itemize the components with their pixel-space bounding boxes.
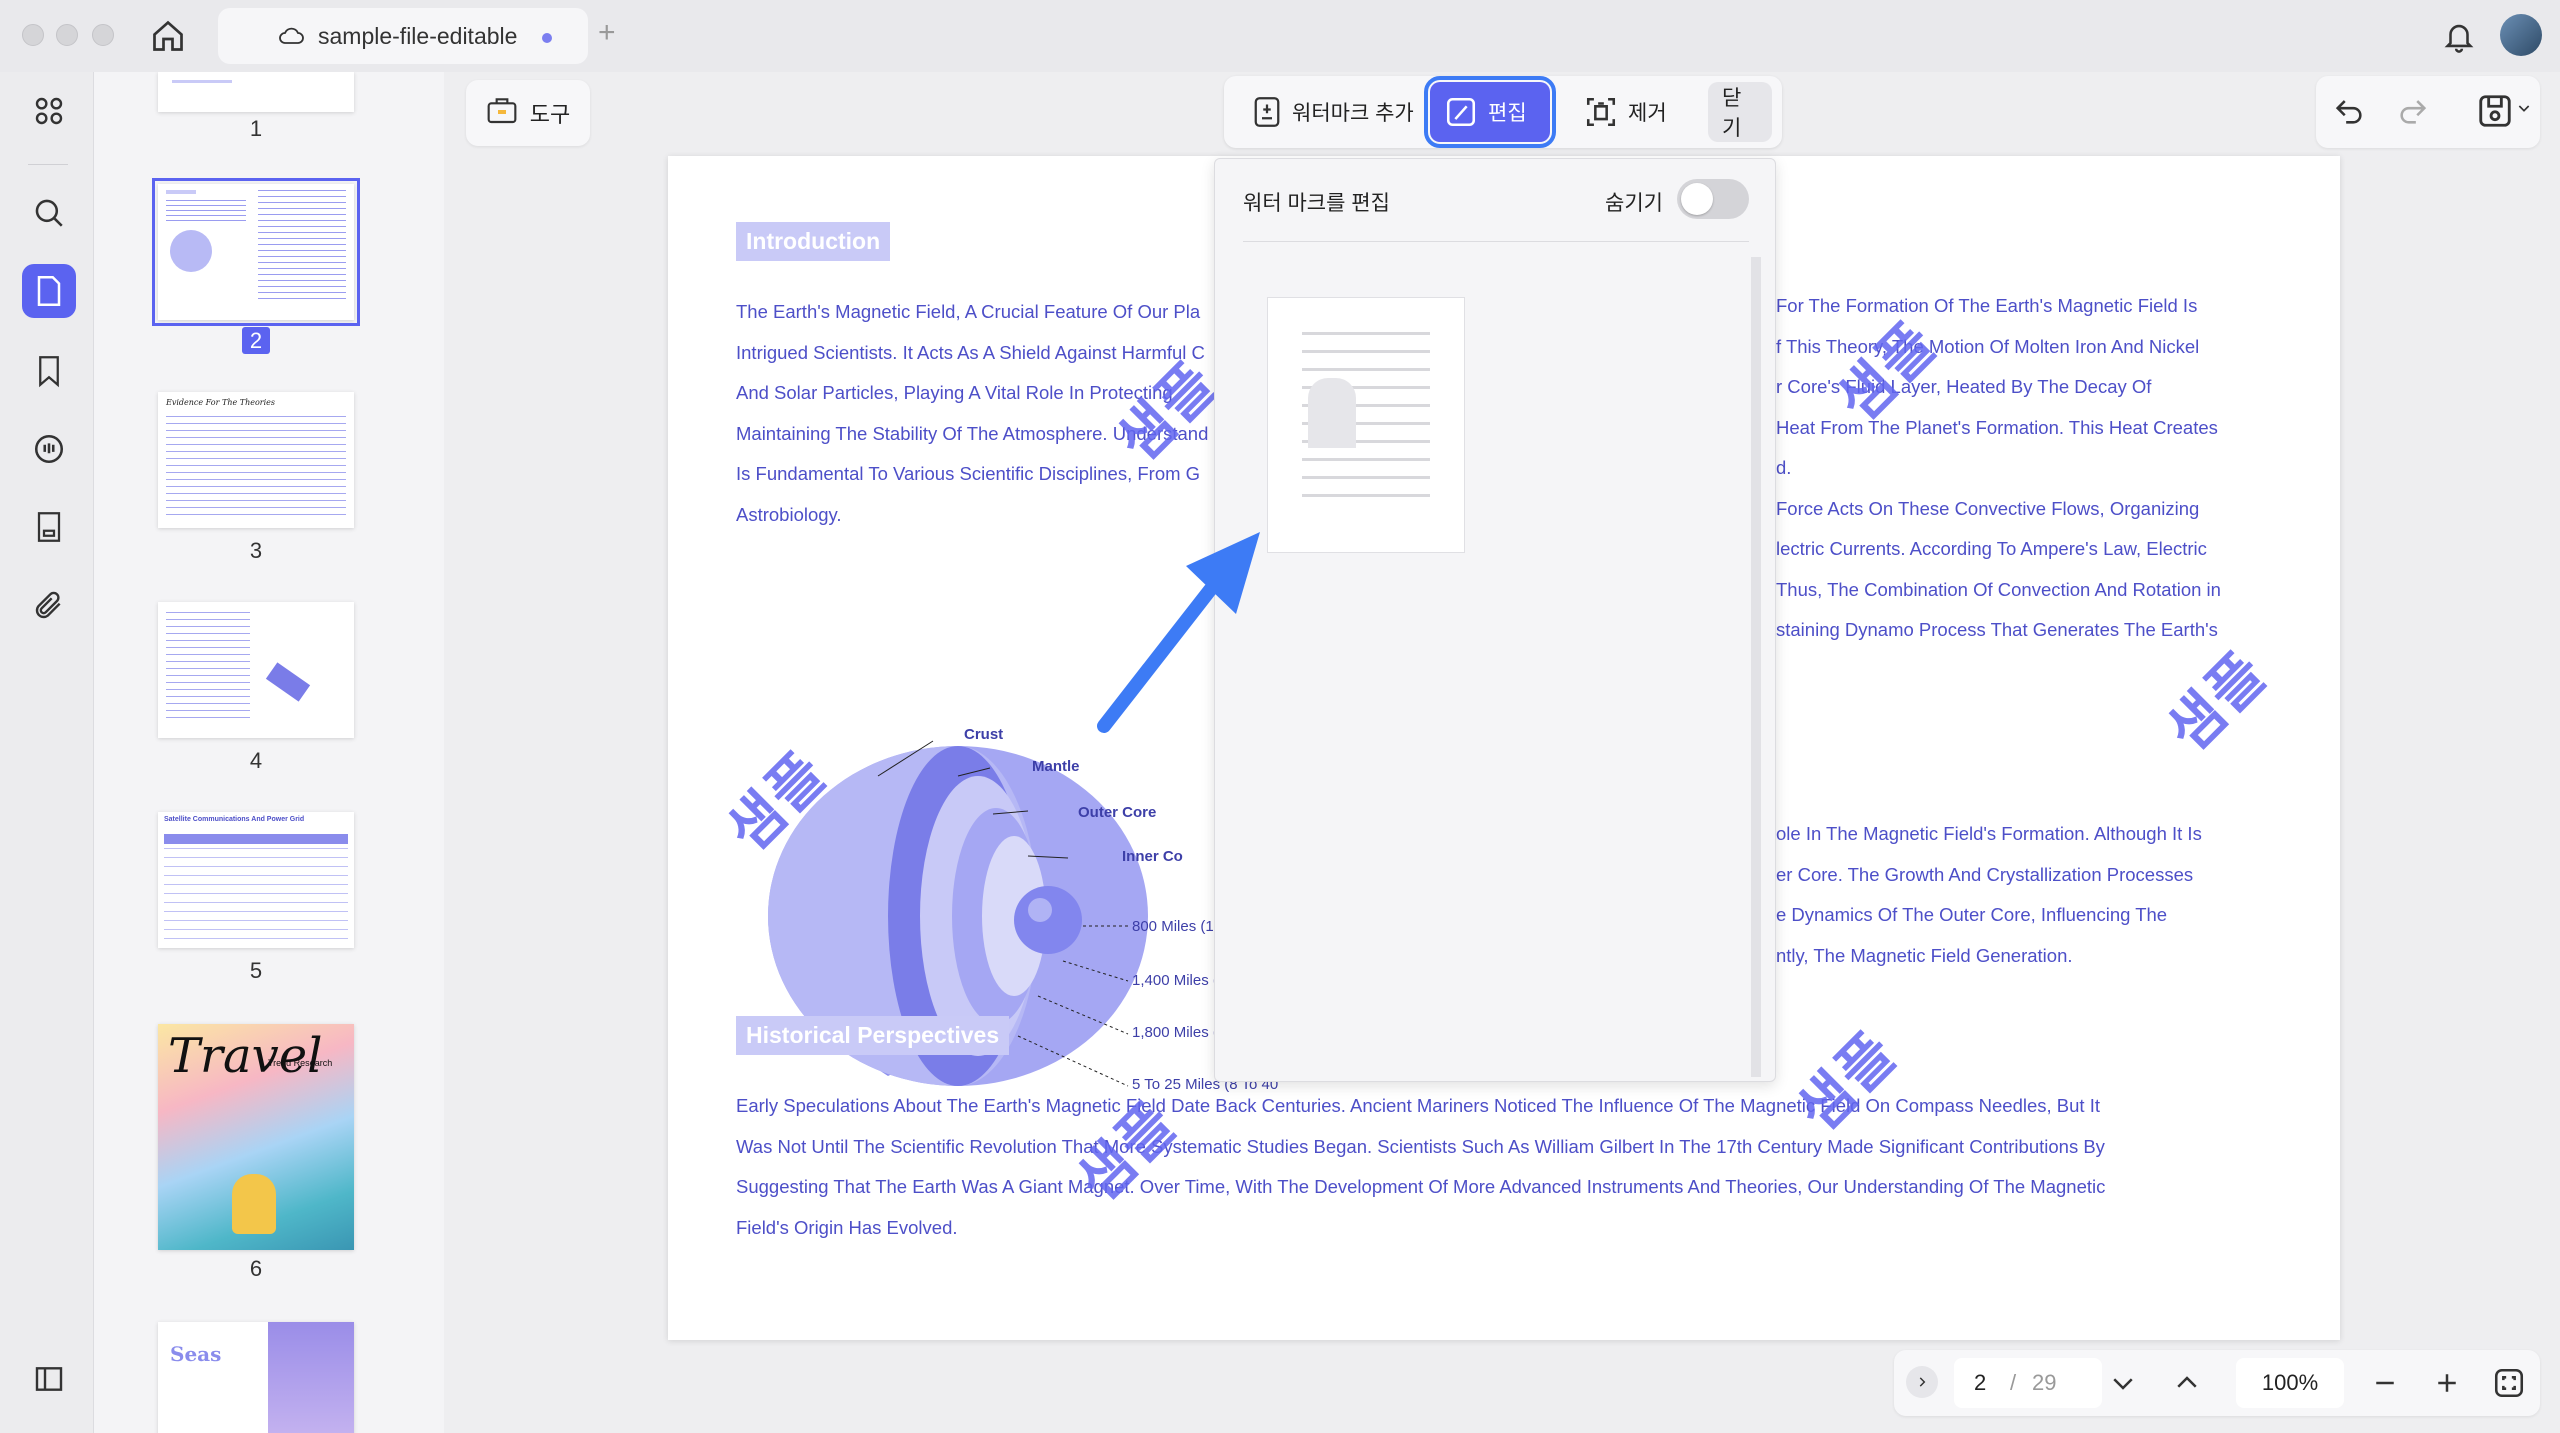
panel-title: 워터 마크를 편집	[1243, 192, 1390, 215]
edit-watermark-button[interactable]: 편집	[1424, 76, 1556, 148]
zoom-out-icon[interactable]	[2370, 1368, 2400, 1404]
cloud-icon	[278, 24, 304, 52]
hide-toggle[interactable]	[1677, 179, 1749, 219]
remove-watermark-button[interactable]: 제거	[1570, 82, 1681, 142]
historical-paragraph: Early Speculations About The Earth's Mag…	[736, 1095, 2106, 1238]
page-navigation-bar: 2 / 29 100%	[1894, 1350, 2540, 1416]
bell-icon[interactable]	[2442, 18, 2476, 59]
tools-label: 도구	[529, 102, 571, 127]
title-bar: sample-file-editable +	[0, 0, 2560, 72]
sidebar-toggle-icon[interactable]	[22, 1352, 76, 1406]
expand-nav-button[interactable]	[1906, 1366, 1938, 1398]
redo-icon[interactable]	[2396, 94, 2430, 133]
window-close-button[interactable]	[22, 24, 44, 46]
unsaved-dot	[542, 33, 552, 43]
thumbnail-label: 5	[249, 958, 263, 983]
chevron-right-icon	[1919, 1377, 1926, 1387]
thumbnail-page-7[interactable]: Seas	[158, 1322, 354, 1433]
save-icon[interactable]	[2476, 92, 2514, 135]
remove-watermark-icon	[1586, 97, 1616, 127]
undo-icon[interactable]	[2332, 94, 2366, 133]
current-page: 2	[1974, 1370, 1987, 1395]
section-heading-introduction: Introduction	[736, 222, 891, 261]
label-crust: Crust	[964, 726, 1004, 743]
watermark-preview-card[interactable]	[1267, 297, 1465, 553]
label-outer-core: Outer Core	[1078, 804, 1157, 821]
close-label: 닫기	[1722, 87, 1742, 140]
fit-screen-icon[interactable]	[2492, 1366, 2526, 1406]
window-minimize-button[interactable]	[56, 24, 78, 46]
thumbnail-panel: 1 2 Evidence For The Theories 3 4 Satell…	[94, 72, 444, 1433]
home-icon[interactable]	[150, 18, 186, 59]
avatar[interactable]	[2500, 14, 2542, 56]
page-thumbnails-icon[interactable]	[22, 264, 76, 318]
total-pages: 29	[2032, 1370, 2057, 1395]
right-toolbar	[2316, 76, 2540, 148]
right-column-paragraph-2: ole In The Magnetic Field's Formation. A…	[1776, 823, 2202, 966]
thumbnail-page-1[interactable]	[158, 72, 354, 112]
label-mantle: Mantle	[1032, 758, 1080, 775]
hide-label: 숨기기	[1605, 192, 1663, 215]
thumbnail-page-4[interactable]	[158, 602, 354, 738]
watermark-toolbar: 워터마크 추가 편집 제거 닫기	[1224, 76, 1782, 148]
zoom-level[interactable]: 100%	[2236, 1358, 2344, 1408]
panel-scrollbar[interactable]	[1751, 257, 1761, 1077]
rail-divider	[28, 164, 68, 165]
thumbnail-page-5[interactable]: Satellite Communications And Power Grid	[158, 812, 354, 948]
add-watermark-icon	[1254, 97, 1280, 127]
comment-icon[interactable]	[22, 422, 76, 476]
remove-label: 제거	[1628, 102, 1667, 125]
label-inner-core: Inner Co	[1122, 848, 1183, 865]
edit-label: 편집	[1488, 102, 1527, 125]
watermark-edit-panel: 워터 마크를 편집 숨기기	[1214, 158, 1776, 1082]
panel-divider	[1243, 241, 1749, 242]
stamp-icon[interactable]	[22, 500, 76, 554]
left-icon-rail	[0, 72, 94, 1433]
thumbnail-page-3[interactable]: Evidence For The Theories	[158, 392, 354, 528]
toolbox-icon	[486, 95, 518, 131]
document-tab[interactable]: sample-file-editable	[218, 8, 588, 64]
add-watermark-button[interactable]: 워터마크 추가	[1238, 82, 1428, 142]
thumbnail-label: 6	[249, 1256, 263, 1281]
thumbnail-label: 1	[249, 116, 263, 141]
tab-title: sample-file-editable	[318, 22, 518, 49]
thumbnail-label-selected: 2	[158, 327, 354, 354]
thumbnail-page-6[interactable]: Travel Trend Research	[158, 1024, 354, 1250]
previous-page-icon[interactable]	[2172, 1368, 2202, 1404]
tools-button[interactable]: 도구	[466, 80, 590, 146]
chevron-down-icon[interactable]	[2516, 100, 2532, 121]
edit-watermark-icon	[1446, 97, 1476, 127]
thumbnail-page-2[interactable]	[152, 178, 360, 326]
add-watermark-label: 워터마크 추가	[1292, 102, 1414, 125]
next-page-icon[interactable]	[2108, 1368, 2138, 1404]
section-heading-historical: Historical Perspectives	[736, 1016, 1010, 1055]
page-separator: /	[2010, 1370, 2017, 1395]
thumbnail-label: 3	[249, 538, 263, 563]
grid-icon[interactable]	[22, 84, 76, 138]
new-tab-icon[interactable]: +	[598, 16, 616, 50]
window-zoom-button[interactable]	[92, 24, 114, 46]
thumbnail-label: 4	[249, 748, 263, 773]
annotation-arrow	[1097, 532, 1260, 733]
attachment-icon[interactable]	[22, 578, 76, 632]
close-watermark-button[interactable]: 닫기	[1708, 82, 1772, 142]
preview-figure	[1308, 378, 1356, 448]
search-icon[interactable]	[22, 186, 76, 240]
zoom-in-icon[interactable]	[2432, 1368, 2462, 1404]
bookmark-icon[interactable]	[22, 344, 76, 398]
